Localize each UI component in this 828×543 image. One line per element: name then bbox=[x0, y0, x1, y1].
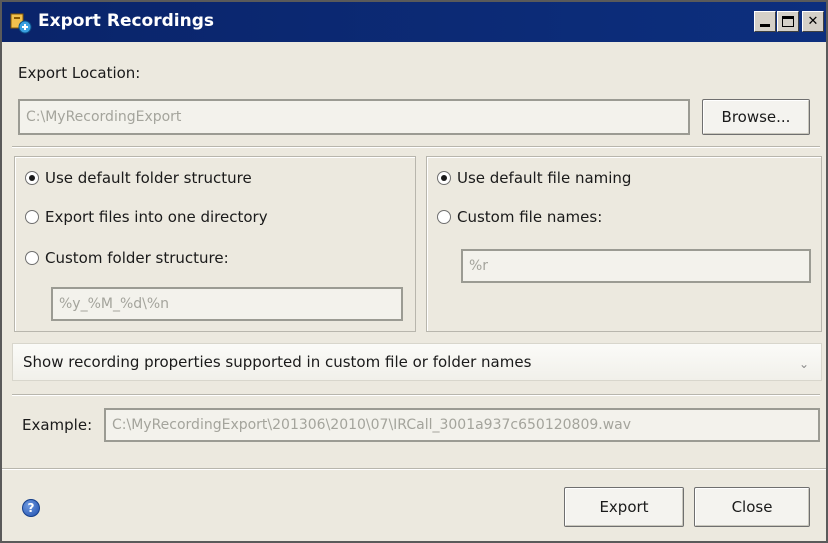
export-location-field[interactable]: C:\MyRecordingExport bbox=[18, 99, 690, 135]
radio-label: Use default file naming bbox=[457, 169, 632, 187]
separator-bottom bbox=[2, 468, 826, 470]
radio-one-directory[interactable]: Export files into one directory bbox=[25, 208, 268, 226]
close-icon: ✕ bbox=[807, 14, 819, 29]
folder-structure-group: Use default folder structure Export file… bbox=[14, 156, 416, 332]
radio-unselected-icon[interactable] bbox=[25, 251, 39, 265]
radio-label: Use default folder structure bbox=[45, 169, 252, 187]
export-button[interactable]: Export bbox=[564, 487, 684, 527]
radio-default-folder-structure[interactable]: Use default folder structure bbox=[25, 169, 252, 187]
close-button[interactable]: Close bbox=[694, 487, 810, 527]
separator-top bbox=[12, 146, 820, 148]
radio-label: Export files into one directory bbox=[45, 208, 268, 226]
title-bar[interactable]: Export Recordings ✕ bbox=[2, 2, 826, 42]
custom-folder-structure-field[interactable]: %y_%M_%d\%n bbox=[51, 287, 403, 321]
app-recordings-icon bbox=[10, 13, 32, 34]
maximize-button[interactable] bbox=[777, 11, 799, 32]
custom-file-names-field[interactable]: %r bbox=[461, 249, 811, 283]
radio-unselected-icon[interactable] bbox=[25, 210, 39, 224]
chevron-down-icon: ⌄ bbox=[798, 357, 809, 371]
example-label: Example: bbox=[22, 416, 93, 434]
radio-selected-icon[interactable] bbox=[437, 171, 451, 185]
help-icon[interactable]: ? bbox=[22, 499, 40, 517]
radio-default-file-naming[interactable]: Use default file naming bbox=[437, 169, 631, 187]
example-path-field: C:\MyRecordingExport\201306\2010\07\IRCa… bbox=[104, 408, 820, 442]
file-naming-group: Use default file naming Custom file name… bbox=[426, 156, 822, 332]
expander-label: Show recording properties supported in c… bbox=[23, 353, 532, 371]
radio-selected-icon[interactable] bbox=[25, 171, 39, 185]
separator-middle bbox=[12, 394, 820, 396]
radio-label: Custom folder structure: bbox=[45, 249, 229, 267]
close-window-button[interactable]: ✕ bbox=[802, 11, 824, 32]
minimize-icon bbox=[760, 24, 770, 27]
maximize-icon bbox=[782, 16, 794, 27]
minimize-button[interactable] bbox=[754, 11, 776, 32]
browse-button[interactable]: Browse... bbox=[702, 99, 810, 135]
radio-custom-folder-structure[interactable]: Custom folder structure: bbox=[25, 249, 229, 267]
recording-properties-expander[interactable]: Show recording properties supported in c… bbox=[12, 343, 822, 381]
export-recordings-dialog: Export Recordings ✕ Export Location: C:\… bbox=[0, 0, 828, 543]
radio-unselected-icon[interactable] bbox=[437, 210, 451, 224]
export-location-label: Export Location: bbox=[18, 64, 141, 82]
radio-custom-file-names[interactable]: Custom file names: bbox=[437, 208, 602, 226]
radio-label: Custom file names: bbox=[457, 208, 603, 226]
window-title: Export Recordings bbox=[38, 11, 215, 31]
